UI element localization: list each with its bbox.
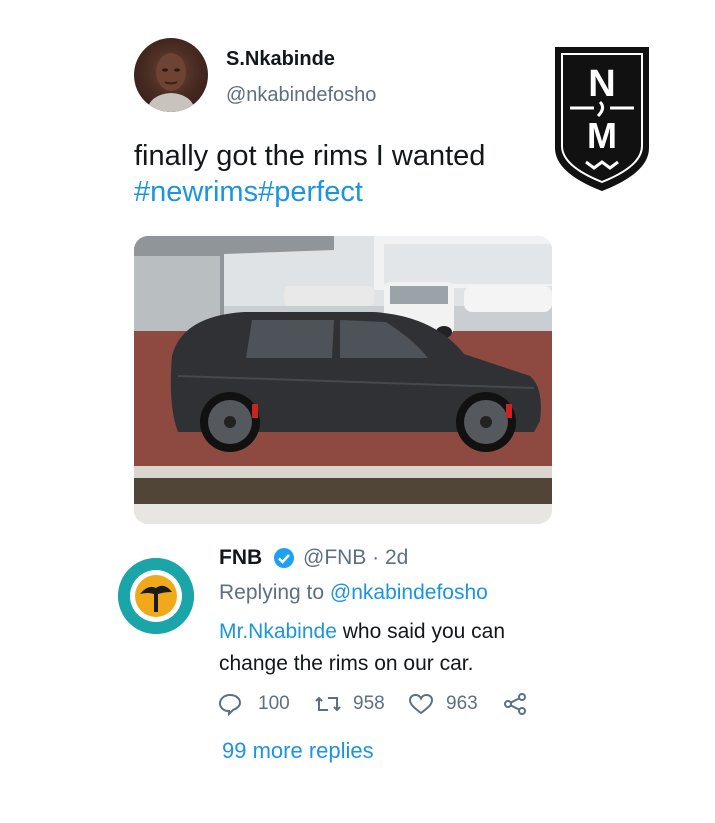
replying-to: Replying to @nkabindefosho	[219, 581, 488, 605]
watermark-logo: N M	[552, 44, 652, 194]
reply-handle-time[interactable]: @FNB · 2d	[303, 546, 408, 570]
more-replies-link[interactable]: 99 more replies	[222, 738, 374, 764]
mention-link[interactable]: Mr.Nkabinde	[219, 620, 337, 643]
reply-count: 100	[258, 693, 290, 714]
replying-to-link[interactable]: @nkabindefosho	[330, 581, 488, 604]
retweet-icon[interactable]	[314, 692, 342, 716]
hashtag-link[interactable]: #perfect	[258, 176, 363, 208]
replying-label: Replying to	[219, 581, 330, 604]
verified-badge-icon	[273, 547, 295, 569]
hashtag-link[interactable]: #newrims	[134, 176, 258, 208]
tweet-photo[interactable]	[134, 236, 552, 524]
reply-icon[interactable]	[218, 692, 242, 717]
logo-letter-m: M	[587, 115, 617, 156]
fnb-avatar[interactable]	[118, 558, 194, 634]
share-icon[interactable]	[503, 692, 527, 716]
user-avatar[interactable]	[134, 38, 208, 112]
reply-display-name[interactable]: FNB	[219, 546, 262, 570]
user-handle[interactable]: @nkabindefosho	[226, 84, 376, 107]
like-count: 963	[446, 693, 478, 714]
tweet-text: finally got the rims I wanted	[134, 140, 486, 172]
logo-letter-n: N	[588, 63, 615, 105]
retweet-count: 958	[353, 693, 385, 714]
tweet-hashtags: #newrims#perfect	[134, 174, 363, 210]
reply-text: Mr.Nkabinde who said you can change the …	[219, 616, 579, 680]
like-icon[interactable]	[408, 692, 434, 716]
display-name[interactable]: S.Nkabinde	[226, 48, 335, 71]
